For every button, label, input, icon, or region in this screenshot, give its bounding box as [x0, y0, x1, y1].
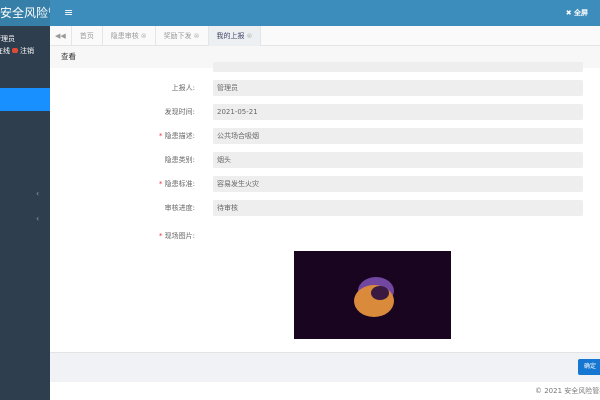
tab-home[interactable]: 首页 — [72, 26, 103, 46]
copyright: © 2021 安全风险管控系统 — [535, 387, 600, 395]
field-value[interactable]: 烟头 — [213, 152, 583, 168]
tab-hazard-review[interactable]: 隐患审核 ⊗ — [103, 26, 156, 46]
field-value[interactable]: 管理员 — [213, 80, 583, 96]
form-field-partial — [213, 62, 583, 72]
form-row: 审核进度: 待审核 — [50, 200, 600, 216]
tabs-scroll-left-icon[interactable]: ◀◀ — [50, 26, 72, 46]
sidebar: 安全风险管控系统 管理员 在线注销 ‹ ‹ — [0, 0, 50, 400]
close-icon[interactable]: ⊗ — [141, 32, 147, 40]
menu-toggle-icon[interactable]: ≡ — [64, 6, 73, 19]
form-row: 发现时间: 2021-05-21 — [50, 104, 600, 120]
footer-actions: 确定 — [50, 352, 600, 382]
close-icon[interactable]: ⊗ — [247, 32, 253, 40]
field-label: * 隐患标准: — [158, 180, 195, 188]
field-value[interactable]: 2021-05-21 — [213, 104, 583, 120]
user-status: 在线注销 — [0, 47, 34, 55]
field-label: 上报人: — [171, 84, 195, 92]
fullscreen-button[interactable]: ✖ 全屏 — [566, 8, 588, 18]
field-label: 审核进度: — [164, 204, 195, 212]
tab-my-reports[interactable]: 我的上报 ⊗ — [208, 26, 262, 46]
header: ≡ ✖ 全屏 — [50, 0, 600, 26]
logout-icon — [12, 48, 18, 53]
form-row: * 隐患描述: 公共场合吸烟 — [50, 128, 600, 144]
expand-icon: ✖ — [565, 9, 574, 17]
field-value[interactable]: 公共场合吸烟 — [213, 128, 583, 144]
chevron-left-icon[interactable]: ‹ — [36, 214, 39, 223]
field-value[interactable]: 容易发生火灾 — [213, 176, 583, 192]
photo-label: * 现场图片: — [158, 232, 195, 240]
logout-link[interactable]: 注销 — [20, 47, 34, 55]
close-icon[interactable]: ⊗ — [194, 32, 200, 40]
confirm-button[interactable]: 确定 — [578, 359, 600, 375]
user-name: 管理员 — [0, 35, 15, 43]
form-row: * 隐患标准: 容易发生火灾 — [50, 176, 600, 192]
form-row: 上报人: 管理员 — [50, 80, 600, 96]
field-label: 隐患类别: — [164, 156, 195, 164]
chevron-left-icon[interactable]: ‹ — [36, 189, 39, 198]
sidebar-item-active[interactable] — [0, 88, 50, 111]
field-label: 发现时间: — [164, 108, 195, 116]
tab-reward[interactable]: 奖励下发 ⊗ — [156, 26, 209, 46]
field-label: * 隐患描述: — [158, 132, 195, 140]
scene-photo — [294, 251, 451, 339]
tab-bar: ◀◀ 首页 隐患审核 ⊗ 奖励下发 ⊗ 我的上报 ⊗ — [50, 26, 600, 46]
form-row: 隐患类别: 烟头 — [50, 152, 600, 168]
app-title: 安全风险管控系统 — [0, 0, 50, 26]
field-value[interactable]: 待审核 — [213, 200, 583, 216]
